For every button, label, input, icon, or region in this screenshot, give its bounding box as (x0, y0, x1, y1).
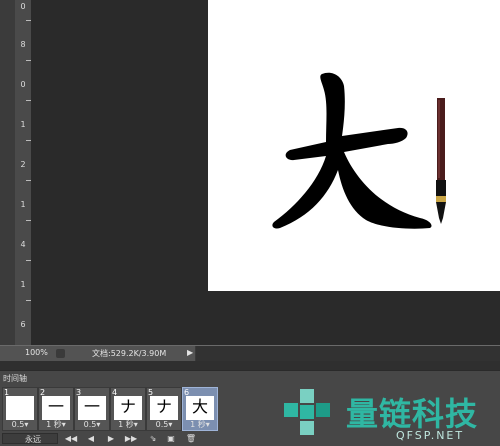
timeline-tab[interactable]: 时间轴 (3, 373, 27, 384)
frame-glyph: ナ (120, 397, 137, 416)
first-frame-button[interactable]: ◀◀ (64, 433, 78, 444)
frame-thumbnail (6, 396, 34, 420)
ruler-mark (26, 100, 31, 101)
calligraphy-character-da (272, 72, 432, 229)
ruler-label: 6 (20, 320, 26, 329)
previous-frame-button[interactable]: ◀ (84, 433, 98, 444)
frame-delay[interactable]: 1 秒▾ (111, 420, 145, 430)
frame-delay[interactable]: 0.5▾ (3, 420, 37, 430)
vertical-ruler: 0 8 0 1 2 1 4 1 6 (15, 0, 32, 345)
next-frame-button[interactable]: ▶▶ (124, 433, 138, 444)
frame-glyph: 一 (48, 397, 65, 416)
ruler-label: 1 (20, 120, 26, 129)
watermark-url: QFSP.NET (396, 429, 465, 442)
frame-thumbnail: 一 (42, 396, 70, 420)
panel-gap (0, 361, 500, 370)
frame-glyph: 一 (84, 397, 101, 416)
frame-1[interactable]: 1 0.5▾ (2, 387, 38, 431)
document-size-info: 文档:529.2K/3.90M (92, 349, 167, 358)
play-button[interactable]: ▶ (104, 433, 118, 444)
zoom-level[interactable]: 100% (25, 348, 48, 357)
frame-glyph: 大 (192, 397, 209, 416)
ruler-mark (26, 300, 31, 301)
delete-frame-button[interactable]: 🗑 (184, 433, 198, 444)
frame-delay[interactable]: 0.5▾ (75, 420, 109, 430)
ruler-mark (26, 180, 31, 181)
ruler-label: 0 (20, 2, 26, 11)
ruler-mark (26, 20, 31, 21)
frame-4[interactable]: 4 ナ 1 秒▾ (110, 387, 146, 431)
frame-thumbnail: 大 (186, 396, 214, 420)
tween-button[interactable]: ⇘ (146, 433, 160, 444)
zoom-icon[interactable] (56, 349, 65, 358)
frame-glyph: ナ (156, 397, 173, 416)
ruler-label: 1 (20, 200, 26, 209)
loop-select[interactable]: 永远 (2, 433, 58, 444)
watermark: 量链科技 QFSP.NET (278, 381, 500, 443)
frame-thumbnail: ナ (150, 396, 178, 420)
ruler-mark (26, 140, 31, 141)
ruler-label: 4 (20, 240, 26, 249)
frame-thumbnail: ナ (114, 396, 142, 420)
ruler-label: 8 (20, 40, 26, 49)
brush-icon (436, 98, 446, 224)
ruler-mark (26, 220, 31, 221)
frame-3[interactable]: 3 一 0.5▾ (74, 387, 110, 431)
ruler-label: 2 (20, 160, 26, 169)
watermark-logo-icon (284, 389, 330, 435)
frame-delay[interactable]: 0.5▾ (147, 420, 181, 430)
ruler-label: 0 (20, 80, 26, 89)
duplicate-frame-button[interactable]: ▣ (164, 433, 178, 444)
frame-thumbnail: 一 (78, 396, 106, 420)
ruler-label: 1 (20, 280, 26, 289)
frame-2[interactable]: 2 一 1 秒▾ (38, 387, 74, 431)
menu-arrow-icon[interactable]: ▶ (187, 348, 193, 357)
tools-strip (0, 0, 16, 345)
frame-delay[interactable]: 1 秒▾ (39, 420, 73, 430)
frame-6[interactable]: 6 大 1 秒▾ (182, 387, 218, 431)
frame-5[interactable]: 5 ナ 0.5▾ (146, 387, 182, 431)
status-empty-area (196, 346, 500, 361)
ruler-mark (26, 60, 31, 61)
ruler-mark (26, 260, 31, 261)
frame-delay[interactable]: 1 秒▾ (183, 420, 217, 430)
